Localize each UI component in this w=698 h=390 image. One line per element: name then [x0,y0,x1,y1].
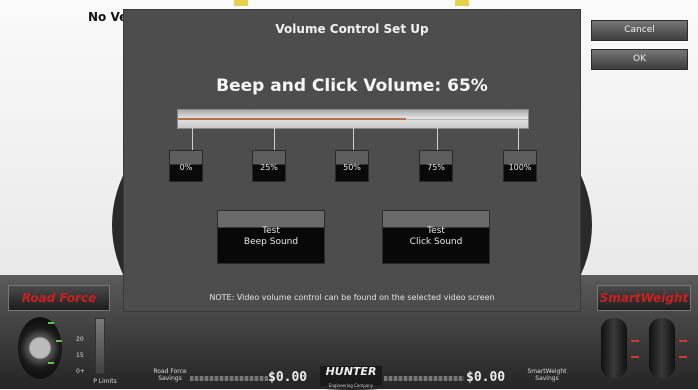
road-force-savings-line2: Savings [158,375,182,382]
savings-dots [190,376,268,381]
road-force-savings-line1: Road Force [153,368,187,375]
tire-indicator [56,340,62,342]
smartweight-savings-line1: SmartWeight [527,368,567,375]
slider-fill [178,118,406,120]
road-force-gauge [95,318,105,374]
ok-button[interactable]: OK [591,49,688,70]
preset-50-button[interactable]: 50% [335,150,369,182]
test-click-line1: Test [427,226,445,236]
savings-dots [384,376,464,381]
smartweight-tire-right-icon [649,318,675,378]
tire-icon [18,317,62,379]
road-force-savings-label: Road Force Savings [150,368,190,382]
background-marker [234,0,248,6]
slider-tick [192,128,193,150]
smartweight-savings-amount: $0.00 [466,370,506,385]
smartweight-savings-label: SmartWeight Savings [524,368,570,382]
test-click-sound-button[interactable]: Test Click Sound [382,210,490,264]
smartweight-tire-left-icon [601,318,627,378]
road-force-panel-title: Road Force [8,285,110,311]
hunter-logo-subtext: Engineering Company [328,383,374,388]
road-force-savings-amount: $0.00 [268,370,308,385]
weight-indicator [679,340,687,342]
slider-tick [518,128,519,150]
hunter-logo: HUNTER Engineering Company [320,365,382,388]
gauge-label: 0+ [76,368,85,375]
volume-control-dialog: Volume Control Set Up Beep and Click Vol… [124,10,580,311]
hunter-logo-text: HUNTER [325,365,377,378]
smartweight-savings-line2: Savings [535,375,559,382]
weight-indicator [631,340,639,342]
tire-indicator [48,362,54,364]
weight-indicator [631,356,639,358]
tire-indicator [48,322,54,324]
slider-tick [437,128,438,150]
preset-0-button[interactable]: 0% [169,150,203,182]
p-limits-label: P Limits [93,378,117,385]
background-marker [455,0,469,6]
test-beep-line1: Test [262,226,280,236]
smartweight-panel-title: SmartWeight [597,285,691,311]
cancel-button[interactable]: Cancel [591,20,688,41]
gauge-label: 20 [76,336,84,343]
slider-tick [353,128,354,150]
preset-100-button[interactable]: 100% [503,150,537,182]
preset-75-button[interactable]: 75% [419,150,453,182]
video-volume-note: NOTE: Video volume control can be found … [209,293,495,302]
dialog-title: Volume Control Set Up [275,22,429,36]
preset-25-button[interactable]: 25% [252,150,286,182]
volume-heading: Beep and Click Volume: 65% [216,76,488,96]
test-beep-sound-button[interactable]: Test Beep Sound [217,210,325,264]
test-click-line2: Click Sound [409,237,463,247]
test-beep-line2: Beep Sound [243,237,299,247]
weight-indicator [679,356,687,358]
slider-tick [274,128,275,150]
volume-slider[interactable] [177,109,529,129]
gauge-label: 15 [76,352,84,359]
